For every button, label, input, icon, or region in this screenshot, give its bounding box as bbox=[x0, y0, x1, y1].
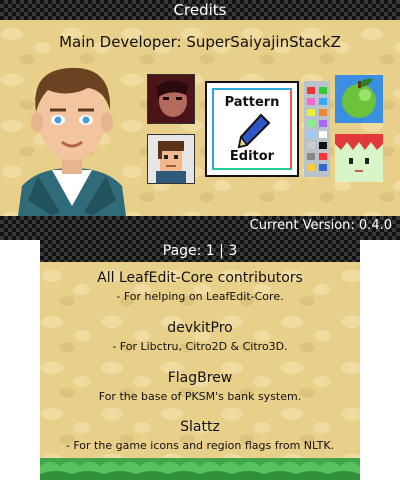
credit-desc: - For the game icons and region flags fr… bbox=[65, 439, 335, 452]
credit-title: Slattz bbox=[180, 419, 220, 435]
grass-border bbox=[40, 458, 360, 480]
face-pattern-icon bbox=[335, 134, 383, 182]
credit-desc: For the base of PKSM's bank system. bbox=[98, 390, 302, 403]
contributor-red-icon bbox=[147, 74, 195, 124]
credit-desc: - For helping on LeafEdit-Core. bbox=[116, 290, 284, 303]
pattern-editor-line2: Editor bbox=[229, 149, 275, 164]
pattern-editor-logo: Pattern Editor bbox=[205, 81, 299, 177]
credit-title: devkitPro bbox=[167, 320, 233, 336]
contributor-boy-icon bbox=[147, 134, 195, 184]
current-version-label: Current Version: 0.4.0 bbox=[249, 218, 392, 233]
pattern-editor-line1: Pattern bbox=[224, 95, 280, 110]
credit-title: All LeafEdit-Core contributors bbox=[97, 270, 303, 286]
screen-title: Credits bbox=[173, 1, 227, 19]
credit-desc: - For Libctru, Citro2D & Citro3D. bbox=[112, 340, 288, 353]
credit-title: FlagBrew bbox=[167, 370, 233, 386]
color-palette bbox=[304, 81, 330, 177]
main-developer-label: Main Developer: SuperSaiyajinStackZ bbox=[59, 33, 341, 51]
page-indicator: Page: 1 | 3 bbox=[162, 243, 238, 259]
avatar-icon bbox=[18, 67, 126, 216]
pattern-pen-icon bbox=[237, 113, 271, 149]
apple-leaf-icon bbox=[335, 75, 383, 123]
